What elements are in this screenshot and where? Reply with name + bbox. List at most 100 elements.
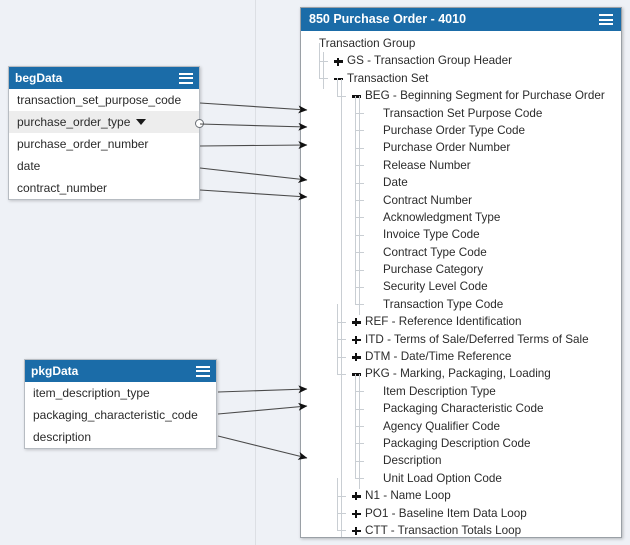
tree-row[interactable]: Acknowledgment Type xyxy=(301,199,621,226)
tree-row[interactable]: Date xyxy=(301,165,621,191)
tree-row[interactable]: Invoice Type Code xyxy=(301,217,621,243)
schema-tree-body: Transaction Group GS - Transaction Group … xyxy=(301,31,621,537)
tree-row[interactable]: Purchase Order Number xyxy=(301,130,621,156)
tree-row[interactable]: Contract Number xyxy=(301,182,621,209)
tree-elbow xyxy=(355,95,369,122)
tree-row[interactable]: Packaging Characteristic Code xyxy=(301,391,621,417)
tree-row-label: Purchase Order Number xyxy=(383,141,511,155)
tree-leaf-icon xyxy=(369,139,380,156)
tree-leaf-icon xyxy=(369,105,380,122)
tree-row[interactable]: REF - Reference Identification xyxy=(301,304,621,330)
tree-leaf-icon xyxy=(369,418,380,435)
output-port-purchase-order-type[interactable] xyxy=(195,119,204,128)
field-date[interactable]: date xyxy=(9,155,199,177)
hamburger-icon[interactable] xyxy=(196,365,210,377)
collapse-icon[interactable] xyxy=(333,70,344,87)
tree-row[interactable]: Purchase Category xyxy=(301,252,621,278)
field-purchase-order-number[interactable]: purchase_order_number xyxy=(9,133,199,155)
mapping-canvas[interactable]: begData transaction_set_purpose_code pur… xyxy=(0,0,630,545)
field-purchase-order-type[interactable]: purchase_order_type xyxy=(9,111,199,133)
hamburger-icon[interactable] xyxy=(179,72,193,84)
field-label: purchase_order_type xyxy=(17,115,131,129)
connection-wire xyxy=(217,385,308,394)
tree-leaf-icon xyxy=(369,174,380,191)
field-label: date xyxy=(17,159,41,173)
expand-icon[interactable] xyxy=(351,487,362,504)
field-item-description-type[interactable]: item_description_type xyxy=(25,382,216,404)
tree-row[interactable]: DTM - Date/Time Reference xyxy=(301,339,621,365)
expand-icon[interactable] xyxy=(333,52,344,69)
expand-icon[interactable] xyxy=(351,522,362,537)
node-pkgdata[interactable]: pkgData item_description_type packaging_… xyxy=(24,359,217,449)
field-contract-number[interactable]: contract_number xyxy=(9,177,199,199)
tree-elbow xyxy=(355,182,369,209)
expand-icon[interactable] xyxy=(351,348,362,365)
tree-row[interactable]: CTT - Transaction Totals Loop xyxy=(301,512,621,537)
collapse-icon[interactable] xyxy=(351,365,362,382)
tree-elbow xyxy=(355,217,369,243)
tree-row[interactable]: Transaction Group xyxy=(301,35,621,52)
tree-row-label: Transaction Set xyxy=(347,71,429,85)
tree-row-label: Release Number xyxy=(383,158,471,172)
tree-row-label: GS - Transaction Group Header xyxy=(347,54,512,68)
tree-row[interactable]: ITD - Terms of Sale/Deferred Terms of Sa… xyxy=(301,321,621,348)
expand-icon[interactable] xyxy=(351,505,362,522)
node-pkgdata-header[interactable]: pkgData xyxy=(25,360,216,382)
collapse-icon[interactable] xyxy=(351,87,362,104)
field-description[interactable]: description xyxy=(25,426,216,448)
tree-row[interactable]: Contract Type Code xyxy=(301,234,621,261)
tree-elbow xyxy=(355,286,369,313)
node-begdata-header[interactable]: begData xyxy=(9,67,199,89)
tree-trunk-line xyxy=(323,52,324,90)
tree-row[interactable]: Release Number xyxy=(301,147,621,174)
field-packaging-characteristic-code[interactable]: packaging_characteristic_code xyxy=(25,404,216,426)
tree-row[interactable]: Transaction Set Purpose Code xyxy=(301,95,621,122)
tree-row[interactable]: PO1 - Baseline Item Data Loop xyxy=(301,495,621,522)
tree-row[interactable]: Agency Qualifier Code xyxy=(301,408,621,435)
tree-row[interactable]: N1 - Name Loop xyxy=(301,478,621,504)
schema-tree-title: 850 Purchase Order - 4010 xyxy=(309,12,467,26)
tree-elbow xyxy=(355,443,369,469)
tree-row[interactable]: Unit Load Option Code xyxy=(301,460,621,487)
tree-elbow xyxy=(337,321,351,348)
expand-icon[interactable] xyxy=(351,313,362,330)
tree-row-label: PO1 - Baseline Item Data Loop xyxy=(365,506,527,520)
tree-row[interactable]: Security Level Code xyxy=(301,269,621,295)
tree-row-label: REF - Reference Identification xyxy=(365,315,522,329)
tree-row[interactable]: Purchase Order Type Code xyxy=(301,112,621,139)
node-begdata[interactable]: begData transaction_set_purpose_code pur… xyxy=(8,66,200,200)
expand-icon[interactable] xyxy=(351,331,362,348)
tree-row[interactable]: Description xyxy=(301,443,621,469)
tree-row[interactable]: PKG - Marking, Packaging, Loading xyxy=(301,356,621,382)
chevron-down-icon[interactable] xyxy=(136,119,147,125)
connection-wire xyxy=(199,141,308,150)
tree-row-label: Agency Qualifier Code xyxy=(383,419,500,433)
tree-elbow xyxy=(355,165,369,191)
tree-row[interactable]: Transaction Set xyxy=(301,60,621,87)
tree-row-label: Item Description Type xyxy=(383,384,496,398)
schema-tree-header[interactable]: 850 Purchase Order - 4010 xyxy=(301,8,621,31)
tree-elbow xyxy=(355,130,369,156)
tree-row-label: Purchase Category xyxy=(383,263,484,277)
tree-row[interactable]: Item Description Type xyxy=(301,373,621,400)
hamburger-icon[interactable] xyxy=(599,14,613,25)
connection-wire xyxy=(199,189,308,201)
tree-row[interactable]: Packaging Description Code xyxy=(301,425,621,452)
tree-leaf-icon xyxy=(369,278,380,295)
tree-elbow xyxy=(319,43,333,69)
tree-row[interactable]: BEG - Beginning Segment for Purchase Ord… xyxy=(301,78,621,104)
field-transaction-set-purpose-code[interactable]: transaction_set_purpose_code xyxy=(9,89,199,111)
schema-tree-panel[interactable]: 850 Purchase Order - 4010 Transaction Gr… xyxy=(300,7,622,538)
tree-row[interactable]: GS - Transaction Group Header xyxy=(301,43,621,69)
tree-row-label: Security Level Code xyxy=(383,280,488,294)
connection-wire xyxy=(217,402,308,415)
tree-row-label: Date xyxy=(383,176,408,190)
tree-row[interactable]: Transaction Type Code xyxy=(301,286,621,313)
